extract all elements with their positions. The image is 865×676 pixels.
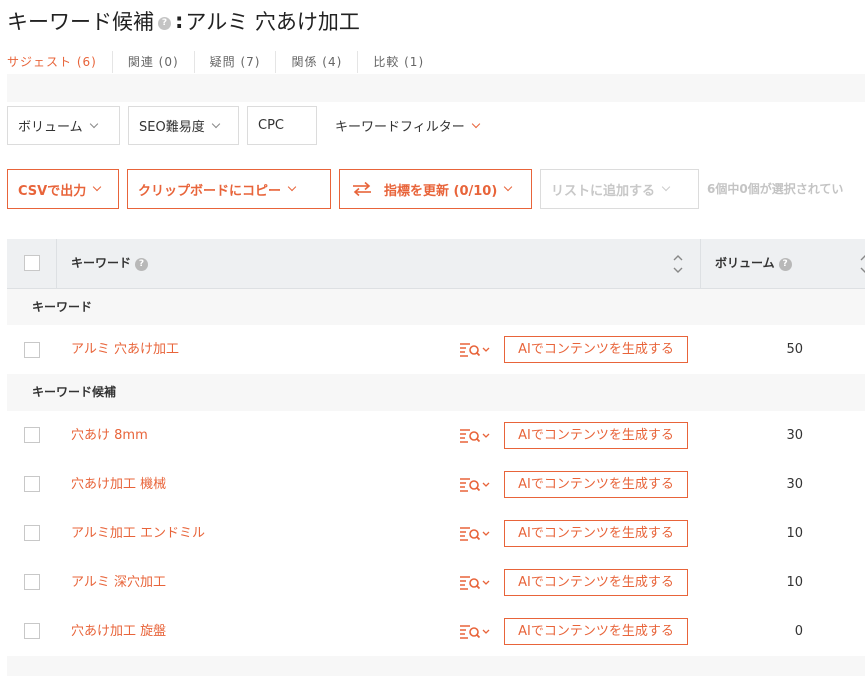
volume-value: 10 bbox=[786, 526, 803, 541]
table-row: 穴あけ 8mm AIでコンテンツを生成する 30 bbox=[7, 411, 865, 460]
keyword-header-text: キーワード bbox=[71, 256, 132, 270]
selection-count-text: 6個中0個が選択されてい bbox=[707, 182, 844, 196]
volume-header-text: ボリューム bbox=[715, 256, 775, 270]
row-checkbox[interactable] bbox=[24, 476, 40, 492]
section-header-keyword: キーワード bbox=[7, 289, 865, 325]
keyword-link[interactable]: 穴あけ加工 旋盤 bbox=[71, 607, 166, 656]
volume-value: 0 bbox=[794, 624, 803, 639]
table-row: 穴あけ加工 機械 AIでコンテンツを生成する 30 bbox=[7, 460, 865, 509]
chevron-down-icon bbox=[92, 182, 102, 192]
sort-icon[interactable] bbox=[859, 253, 865, 275]
keyword-link[interactable]: アルミ 深穴加工 bbox=[71, 558, 166, 607]
add-to-list-button[interactable]: リストに追加する bbox=[540, 169, 699, 209]
keyword-link[interactable]: 穴あけ 8mm bbox=[71, 411, 148, 460]
keyword-filter-toggle[interactable]: キーワードフィルター bbox=[335, 106, 480, 145]
title-query: アルミ 穴あけ加工 bbox=[185, 10, 360, 34]
table-row: アルミ 穴あけ加工 AIでコンテンツを生成する 50 bbox=[7, 325, 865, 374]
refresh-metrics-button[interactable]: 指標を更新 (0/10) bbox=[339, 169, 532, 209]
volume-value: 30 bbox=[786, 428, 803, 443]
csv-export-label: CSVで出力 bbox=[18, 183, 87, 199]
row-checkbox[interactable] bbox=[24, 525, 40, 541]
volume-column-header[interactable]: ボリューム? bbox=[715, 239, 792, 288]
tab-relations[interactable]: 関係 (4) bbox=[275, 51, 357, 73]
seo-difficulty-filter-label: SEO難易度 bbox=[139, 120, 205, 135]
copy-clipboard-button[interactable]: クリップボードにコピー bbox=[127, 169, 331, 209]
table-row: アルミ加工 エンドミル AIでコンテンツを生成する 10 bbox=[7, 509, 865, 558]
ai-generate-button[interactable]: AIでコンテンツを生成する bbox=[504, 569, 688, 596]
volume-value: 30 bbox=[786, 477, 803, 492]
serp-search-icon[interactable] bbox=[459, 428, 491, 444]
copy-clipboard-label: クリップボードにコピー bbox=[138, 183, 282, 199]
keyword-link[interactable]: アルミ加工 エンドミル bbox=[71, 509, 205, 558]
keyword-column-header[interactable]: キーワード? bbox=[58, 239, 701, 288]
table-footer-band bbox=[7, 656, 865, 676]
serp-search-icon[interactable] bbox=[459, 342, 491, 358]
ai-generate-button[interactable]: AIでコンテンツを生成する bbox=[504, 618, 688, 645]
ai-generate-button[interactable]: AIでコンテンツを生成する bbox=[504, 471, 688, 498]
title-colon: : bbox=[175, 9, 184, 33]
add-to-list-label: リストに追加する bbox=[551, 183, 656, 199]
row-checkbox[interactable] bbox=[24, 623, 40, 639]
row-checkbox[interactable] bbox=[24, 342, 40, 358]
keyword-link[interactable]: アルミ 穴あけ加工 bbox=[71, 325, 179, 374]
ai-generate-button[interactable]: AIでコンテンツを生成する bbox=[504, 336, 688, 363]
table-row: アルミ 深穴加工 AIでコンテンツを生成する 10 bbox=[7, 558, 865, 607]
refresh-icon bbox=[353, 181, 371, 197]
ai-generate-button[interactable]: AIでコンテンツを生成する bbox=[504, 422, 688, 449]
help-icon[interactable]: ? bbox=[778, 258, 792, 271]
help-icon[interactable]: ? bbox=[135, 258, 149, 271]
volume-value: 10 bbox=[786, 575, 803, 590]
keyword-column-label: キーワード? bbox=[71, 239, 149, 288]
volume-value: 50 bbox=[786, 342, 803, 357]
serp-search-icon[interactable] bbox=[459, 575, 491, 591]
section-header-candidates: キーワード候補 bbox=[7, 374, 865, 411]
keyword-filter-label: キーワードフィルター bbox=[335, 120, 465, 135]
volume-filter-label: ボリューム bbox=[18, 120, 83, 135]
serp-search-icon[interactable] bbox=[459, 477, 491, 493]
chevron-down-icon bbox=[287, 182, 297, 192]
page-title: キーワード候補 ? : アルミ 穴あけ加工 bbox=[7, 6, 360, 36]
keyword-link[interactable]: 穴あけ加工 機械 bbox=[71, 460, 166, 509]
keyword-tabs: サジェスト (6) 関連 (0) 疑問 (7) 関係 (4) 比較 (1) bbox=[0, 48, 439, 76]
tabs-divider-band bbox=[7, 74, 865, 102]
volume-filter-dropdown[interactable]: ボリューム bbox=[7, 106, 120, 145]
tab-questions[interactable]: 疑問 (7) bbox=[193, 51, 276, 73]
refresh-metrics-label: 指標を更新 (0/10) bbox=[384, 183, 498, 199]
chevron-down-icon bbox=[661, 182, 671, 192]
select-all-checkbox[interactable] bbox=[24, 255, 40, 271]
seo-difficulty-filter-dropdown[interactable]: SEO難易度 bbox=[128, 106, 239, 145]
tab-comparison[interactable]: 比較 (1) bbox=[357, 51, 439, 73]
ai-generate-button[interactable]: AIでコンテンツを生成する bbox=[504, 520, 688, 547]
row-checkbox[interactable] bbox=[24, 427, 40, 443]
csv-export-button[interactable]: CSVで出力 bbox=[7, 169, 119, 209]
row-checkbox[interactable] bbox=[24, 574, 40, 590]
title-prefix: キーワード候補 bbox=[7, 10, 154, 34]
cpc-filter-label: CPC bbox=[258, 118, 284, 133]
sort-icon[interactable] bbox=[672, 253, 684, 275]
chevron-down-icon bbox=[211, 119, 220, 128]
serp-search-icon[interactable] bbox=[459, 526, 491, 542]
help-icon[interactable]: ? bbox=[158, 16, 171, 30]
table-header: キーワード? ボリューム? bbox=[7, 239, 865, 289]
tab-suggest[interactable]: サジェスト (6) bbox=[0, 51, 112, 73]
cpc-filter-dropdown[interactable]: CPC bbox=[247, 106, 317, 145]
table-row: 穴あけ加工 旋盤 AIでコンテンツを生成する 0 bbox=[7, 607, 865, 656]
chevron-down-icon bbox=[471, 119, 480, 128]
tab-related[interactable]: 関連 (0) bbox=[111, 51, 194, 73]
chevron-down-icon bbox=[504, 182, 513, 192]
serp-search-icon[interactable] bbox=[459, 624, 491, 640]
chevron-down-icon bbox=[89, 119, 98, 128]
select-all-cell bbox=[7, 239, 57, 288]
